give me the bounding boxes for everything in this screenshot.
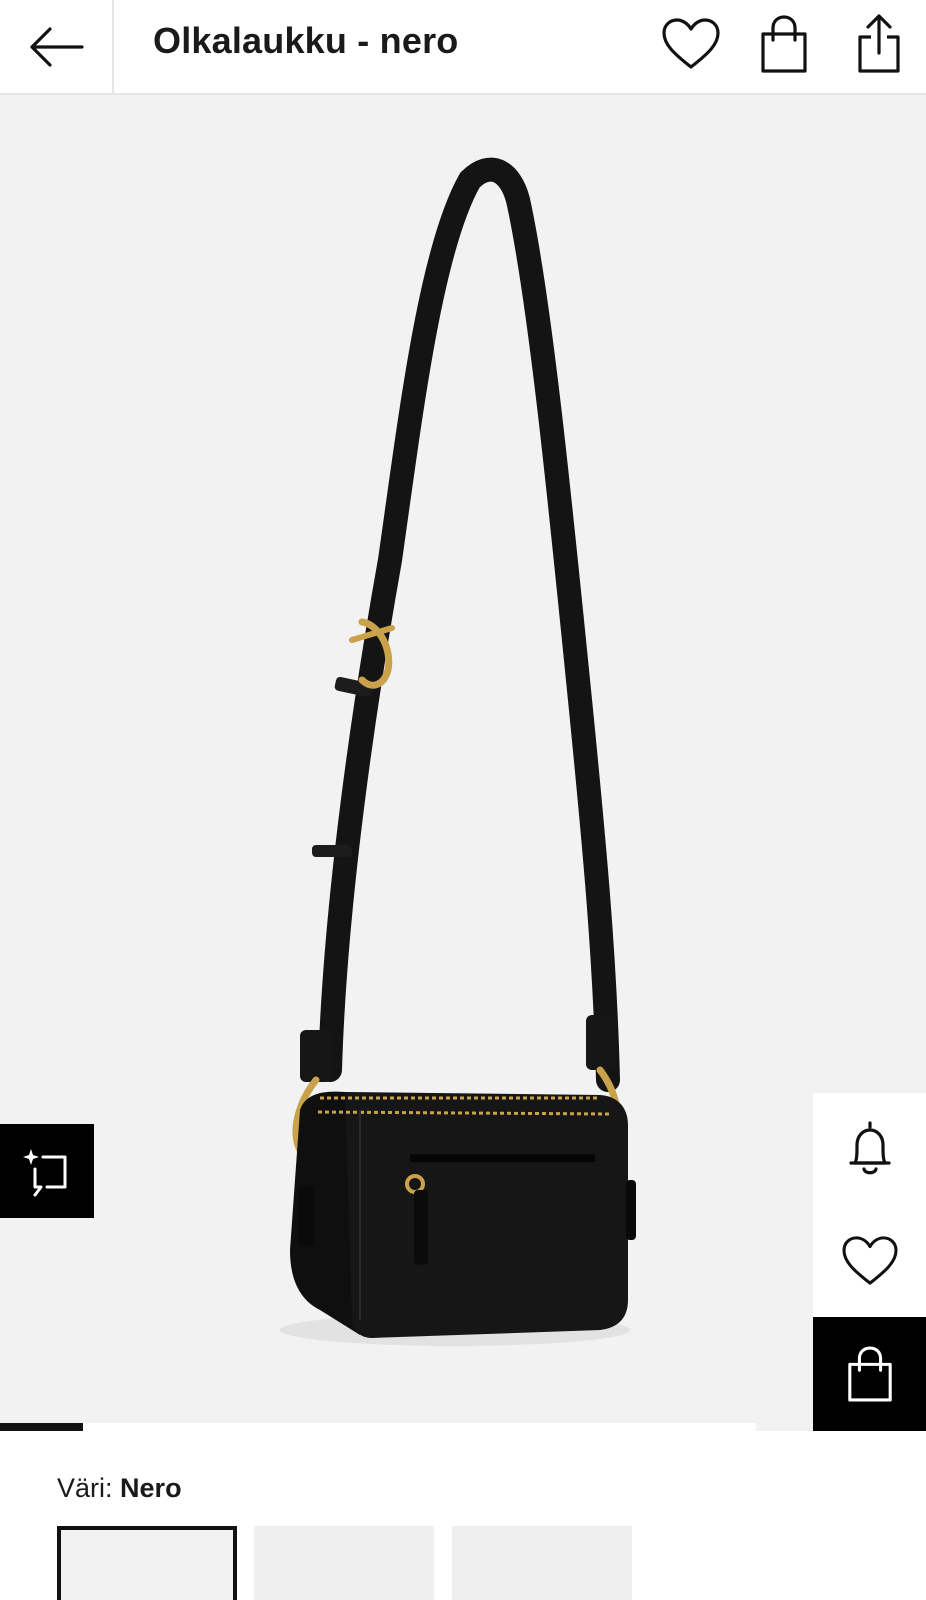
bell-icon [848,1121,891,1175]
gallery-progress-indicator [0,1423,83,1431]
shopping-bag-icon [847,1346,892,1402]
back-button[interactable] [0,0,114,93]
side-action-rail [813,1093,926,1431]
selected-color-name: Nero [120,1473,182,1503]
add-to-bag-button[interactable] [813,1317,926,1431]
color-selector-label: Väri: Nero [57,1471,182,1505]
sparkle-crop-icon [23,1149,67,1197]
shopping-bag-icon [761,15,807,73]
gallery-progress-track [0,1423,756,1431]
page-title: Olkalaukku - nero [153,20,459,61]
color-swatch[interactable] [452,1526,632,1600]
visual-search-button[interactable] [0,1124,94,1218]
notify-button[interactable] [813,1093,926,1205]
product-image [280,157,636,1346]
share-icon [858,14,900,73]
wishlist-button[interactable] [659,12,723,76]
product-image-gallery[interactable] [0,95,926,1431]
cart-button[interactable] [752,12,816,76]
color-swatch[interactable] [57,1526,237,1600]
heart-icon [662,18,720,69]
arrow-left-icon [30,26,84,67]
color-label-prefix: Väri: [57,1473,113,1503]
heart-icon [841,1236,898,1285]
side-wishlist-button[interactable] [813,1205,926,1317]
share-button[interactable] [847,12,911,76]
color-swatch[interactable] [254,1526,434,1600]
top-bar: Olkalaukku - nero [0,0,926,95]
